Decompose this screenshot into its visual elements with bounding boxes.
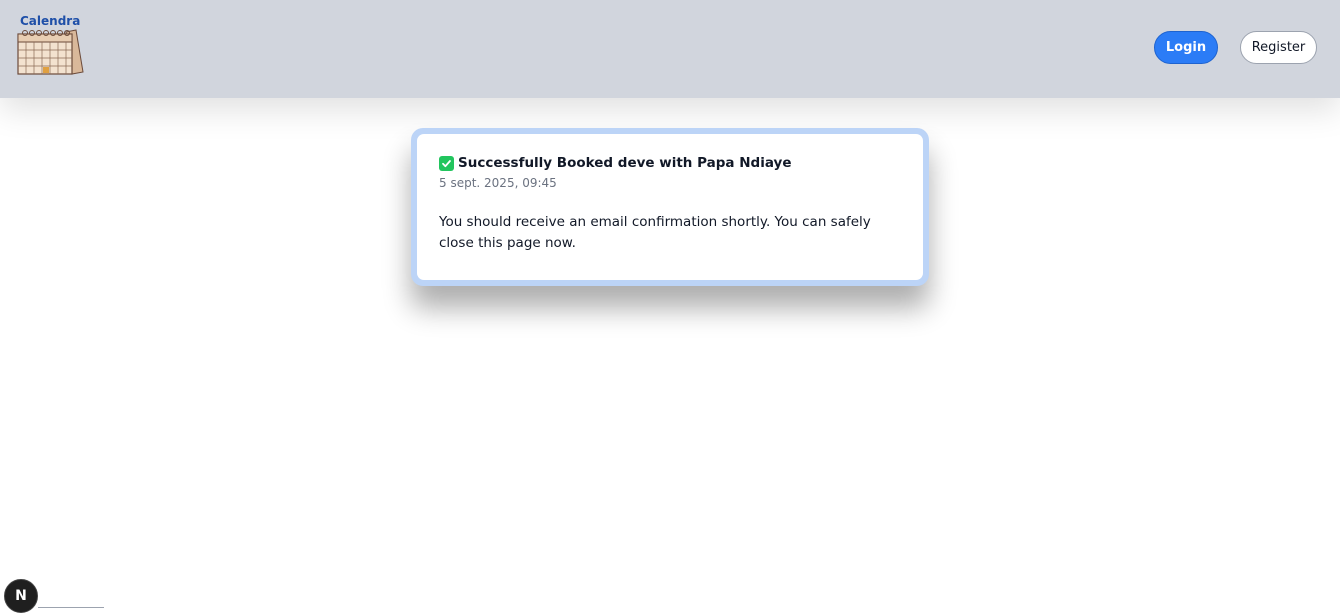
nextjs-badge-label: N <box>15 588 27 604</box>
booking-title-row: Successfully Booked deve with Papa Ndiay… <box>439 154 901 172</box>
calendra-logo[interactable]: Calendra <box>16 14 86 78</box>
confirmation-message: You should receive an email confirmation… <box>439 214 871 251</box>
register-button[interactable]: Register <box>1240 31 1317 64</box>
booking-title: Successfully Booked deve with Papa Ndiay… <box>458 155 792 171</box>
nextjs-icon[interactable]: N <box>4 579 38 613</box>
check-mark-icon <box>439 155 454 171</box>
logo-text: Calendra <box>20 14 81 28</box>
booking-confirmation-card: Successfully Booked deve with Papa Ndiay… <box>411 128 929 286</box>
login-button[interactable]: Login <box>1154 31 1218 64</box>
calendar-icon <box>17 29 84 75</box>
booking-card-body: Successfully Booked deve with Papa Ndiay… <box>417 134 923 280</box>
site-header: Calendra Login Register <box>0 0 1340 98</box>
dev-indicator-line <box>38 607 104 608</box>
booking-datetime: 5 sept. 2025, 09:45 <box>439 176 557 190</box>
